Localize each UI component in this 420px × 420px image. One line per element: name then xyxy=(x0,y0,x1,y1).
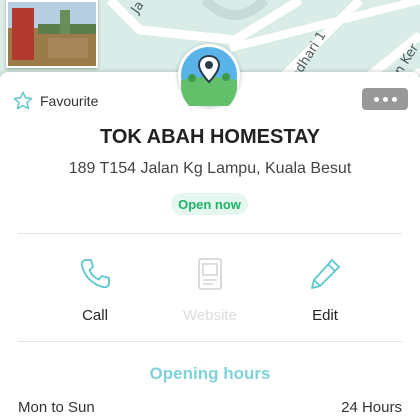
pencil-icon xyxy=(311,259,340,289)
place-photo-image xyxy=(8,2,96,66)
place-details-screen: Ja adhari 1 n Ker Favourite TOK ABAH HOM… xyxy=(0,0,420,420)
website-button[interactable]: Website xyxy=(165,256,255,324)
call-button[interactable]: Call xyxy=(50,256,140,324)
edit-label: Edit xyxy=(312,307,338,324)
call-label: Call xyxy=(82,307,108,324)
phone-icon xyxy=(80,259,110,289)
hours-day-range: Mon to Sun xyxy=(18,399,95,416)
status-badge: Open now xyxy=(171,193,248,215)
place-location-icon xyxy=(181,47,237,114)
divider xyxy=(18,233,402,234)
favourite-toggle[interactable]: Favourite xyxy=(12,90,98,112)
more-options-button[interactable] xyxy=(362,88,408,110)
more-dots-icon xyxy=(382,96,388,102)
star-outline-icon xyxy=(13,91,33,110)
place-category-icon xyxy=(178,44,240,114)
favourite-label: Favourite xyxy=(40,93,99,109)
website-label: Website xyxy=(183,307,237,324)
edit-button[interactable]: Edit xyxy=(280,256,370,324)
hours-time: 24 Hours xyxy=(341,399,402,416)
divider xyxy=(18,341,402,342)
more-dots-icon xyxy=(391,96,397,102)
more-dots-icon xyxy=(373,96,379,102)
place-title: TOK ABAH HOMESTAY xyxy=(99,126,321,148)
place-photo-thumbnail[interactable] xyxy=(6,0,98,68)
opening-hours-heading[interactable]: Opening hours xyxy=(0,364,420,384)
website-icon xyxy=(198,258,222,290)
place-address: 189 T154 Jalan Kg Lampu, Kuala Besut xyxy=(68,160,352,177)
